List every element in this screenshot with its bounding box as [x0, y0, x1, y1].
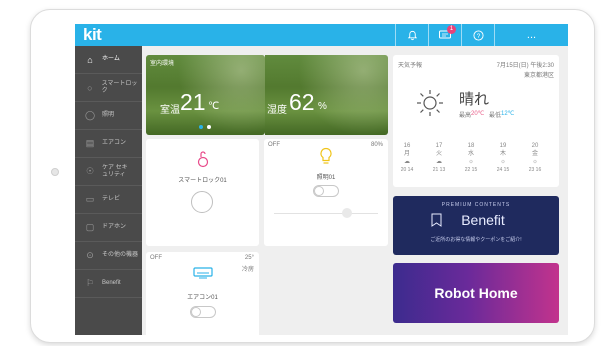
aircon-icon: ▤ — [85, 138, 95, 148]
light-name: 照明01 — [316, 175, 336, 181]
aircon-status: OFF — [150, 255, 162, 261]
tv-icon: ▭ — [85, 194, 95, 204]
aircon-power-toggle[interactable] — [190, 306, 216, 318]
sidebar-item-care-security[interactable]: ☉ ケア セキュリティ — [75, 158, 142, 186]
forecast-day: 17 火 ☁ 21 13 — [428, 142, 450, 174]
light-power-toggle[interactable] — [313, 185, 339, 197]
humidity-unit: % — [318, 101, 327, 112]
smart-lock-name: スマートロック01 — [178, 178, 227, 184]
bulb-icon: ◯ — [84, 110, 96, 120]
shield-icon: ☉ — [85, 166, 95, 176]
carousel-dot[interactable] — [207, 125, 211, 129]
low-temp-value: 12℃ — [501, 111, 515, 117]
humidity-value: 62 — [289, 89, 315, 115]
high-temp-label: 最高 — [459, 113, 472, 119]
messages-button[interactable]: 1 — [428, 24, 461, 46]
premium-title: Benefit — [461, 212, 505, 228]
high-temp-value: 20℃ — [471, 111, 485, 117]
aircon-icon — [193, 267, 213, 279]
temperature-unit: ℃ — [208, 101, 220, 112]
sidebar-item-label: ケア セキュリティ — [102, 164, 128, 178]
robot-home-label: Robot Home — [434, 285, 518, 301]
humidity-label: 湿度 — [267, 105, 287, 116]
intercom-icon: ▢ — [85, 222, 95, 232]
camera-dot — [51, 168, 59, 176]
low-temp-label: 最低 — [489, 113, 502, 119]
benefit-icon: ⚐ — [85, 278, 95, 288]
svg-text:?: ? — [476, 32, 480, 39]
aircon-mode: 冷房 — [241, 267, 254, 273]
sidebar-item-tv[interactable]: ▭ テレビ — [75, 186, 142, 214]
sidebar-item-home[interactable]: ⌂ ホーム — [75, 46, 142, 74]
sidebar-item-lighting[interactable]: ◯ 照明 — [75, 102, 142, 130]
help-button[interactable]: ? — [461, 24, 494, 46]
robot-home-banner[interactable]: Robot Home — [393, 263, 559, 323]
home-icon: ⌂ — [87, 54, 93, 65]
app-logo: kit — [83, 25, 102, 44]
room-environment-card[interactable]: 室内環境 室温 21 ℃ — [146, 55, 265, 135]
sidebar-item-smart-lock[interactable]: ○ スマートロック — [75, 74, 142, 102]
premium-benefit-banner[interactable]: PREMIUM CONTENTS Benefit ご近所のお得な情報やクーポンを… — [393, 196, 559, 255]
lock-icon — [197, 151, 209, 168]
notification-bell-button[interactable] — [395, 24, 428, 46]
sidebar-item-label: スマートロック — [101, 80, 138, 94]
weather-title: 天気予報 — [398, 63, 423, 69]
forecast-day: 20 金 ☼ 23 16 — [524, 142, 546, 174]
lock-icon: ○ — [87, 82, 93, 93]
more-icon: ... — [526, 29, 537, 41]
sidebar-item-intercom[interactable]: ▢ ドアホン — [75, 214, 142, 242]
top-bar: kit 1 ? ... — [75, 24, 568, 46]
aircon-card[interactable]: OFF 25° 冷房 エアコン01 — [146, 252, 259, 335]
brightness-slider-handle[interactable] — [342, 208, 352, 218]
bell-icon — [407, 30, 417, 40]
aircon-name: エアコン01 — [187, 295, 218, 301]
app-screen: kit 1 ? ... ⌂ ホーム ○ スマートロック ◯ 照明 ▤ エアコン … — [75, 24, 568, 335]
weather-datetime: 7月15日(日) 午後2:30 — [496, 63, 554, 69]
light-brightness: 80% — [370, 142, 383, 148]
sidebar-item-label: ホーム — [102, 56, 120, 62]
weather-card[interactable]: 天気予報 7月15日(日) 午後2:30 東京都港区 晴れ 最高 20℃ 最低 … — [393, 55, 559, 187]
sun-icon — [417, 90, 443, 116]
more-menu-button[interactable]: ... — [494, 24, 568, 46]
sidebar-item-label: テレビ — [102, 196, 121, 202]
sun-icon: ☼ — [468, 159, 474, 165]
sidebar: ⌂ ホーム ○ スマートロック ◯ 照明 ▤ エアコン ☉ ケア セキュリティ … — [75, 46, 142, 335]
sun-icon: ☼ — [532, 159, 538, 165]
premium-tag: PREMIUM CONTENTS — [441, 202, 511, 208]
temperature-label: 室温 — [160, 105, 180, 116]
environment-title: 室内環境 — [150, 61, 175, 67]
more-devices-icon: ⊙ — [86, 250, 94, 260]
brightness-slider-track[interactable] — [274, 213, 378, 214]
forecast-day: 16 月 ☁ 20 14 — [396, 142, 418, 174]
sidebar-item-label: エアコン — [102, 140, 127, 146]
light-status: OFF — [268, 142, 280, 148]
room-environment-card-ext: 湿度 62 % — [265, 55, 388, 135]
forecast-day: 18 水 ☼ 22 15 — [460, 142, 482, 174]
help-icon: ? — [472, 29, 484, 41]
message-badge: 1 — [447, 25, 456, 34]
sidebar-item-aircon[interactable]: ▤ エアコン — [75, 130, 142, 158]
sidebar-item-label: 照明 — [102, 112, 115, 118]
light-card[interactable]: OFF 80% 照明01 — [264, 139, 388, 246]
forecast-day: 19 木 ☼ 24 15 — [492, 142, 514, 174]
sidebar-item-label: Benefit — [102, 280, 121, 286]
lock-toggle-button[interactable] — [191, 191, 213, 213]
sidebar-item-benefit[interactable]: ⚐ Benefit — [75, 270, 142, 298]
cloud-sun-icon: ☁ — [436, 159, 442, 165]
cloud-sun-icon: ☁ — [404, 159, 410, 165]
sun-icon: ☼ — [500, 159, 506, 165]
premium-description: ご近所のお得な情報やクーポンをご紹介! — [430, 237, 522, 243]
sidebar-item-other-devices[interactable]: ⊙ その他の機器 — [75, 242, 142, 270]
carousel-dot-active[interactable] — [199, 125, 203, 129]
smart-lock-card[interactable]: スマートロック01 — [146, 139, 259, 246]
temperature-value: 21 — [180, 89, 206, 115]
aircon-temperature: 25° — [244, 255, 254, 261]
weather-condition: 晴れ — [459, 91, 490, 108]
weather-location: 東京都港区 — [523, 73, 554, 79]
sidebar-item-label: その他の機器 — [102, 252, 139, 258]
sidebar-item-label: ドアホン — [102, 224, 127, 230]
bulb-icon — [320, 147, 332, 164]
